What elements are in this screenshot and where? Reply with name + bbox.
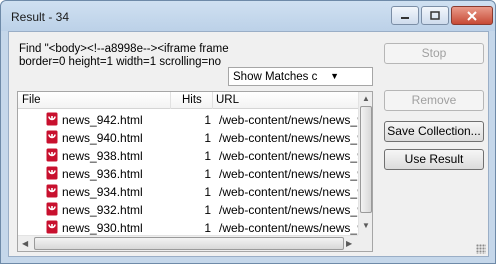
cell-file: news_930.html — [62, 221, 143, 235]
close-button[interactable] — [451, 6, 493, 25]
cell-hits: 1 — [204, 131, 211, 145]
cell-hits: 1 — [204, 113, 211, 127]
cell-file: news_942.html — [62, 113, 143, 127]
stop-button[interactable]: Stop — [384, 43, 484, 64]
html-file-icon — [46, 148, 58, 162]
results-list[interactable]: File Hits URL news_942.html 1/web-content… — [17, 91, 373, 252]
vertical-scroll-thumb[interactable] — [360, 106, 372, 213]
scrollbar-corner — [358, 235, 372, 251]
close-icon — [467, 10, 477, 21]
cell-url: /web-content/news/news_930 — [219, 221, 359, 235]
maximize-button[interactable] — [421, 6, 449, 25]
cell-file: news_934.html — [62, 185, 143, 199]
cell-hits: 1 — [204, 185, 211, 199]
cell-url: /web-content/news/news_942 — [219, 113, 359, 127]
cell-url: /web-content/news/news_940 — [219, 131, 359, 145]
cell-url: /web-content/news/news_936 — [219, 167, 359, 181]
column-header-url[interactable]: URL — [216, 94, 239, 106]
show-matches-dropdown[interactable]: Show Matches c ▼ — [228, 67, 373, 86]
remove-button[interactable]: Remove — [384, 90, 484, 111]
cell-hits: 1 — [204, 149, 211, 163]
horizontal-scroll-thumb[interactable] — [34, 237, 344, 250]
minimize-button[interactable] — [391, 6, 419, 25]
cell-file: news_938.html — [62, 149, 143, 163]
cell-file: news_936.html — [62, 167, 143, 181]
scroll-right-icon[interactable]: ▶ — [346, 239, 352, 248]
cell-hits: 1 — [204, 167, 211, 181]
dropdown-arrow-icon: ▼ — [330, 71, 339, 81]
dropdown-value: Show Matches c — [233, 71, 318, 83]
html-file-icon — [46, 184, 58, 198]
html-file-icon — [46, 166, 58, 180]
cell-url: /web-content/news/news_932 — [219, 203, 359, 217]
save-collection-button[interactable]: Save Collection... — [384, 121, 484, 142]
html-file-icon — [46, 220, 58, 234]
table-row[interactable]: news_932.html 1/web-content/news/news_932 — [18, 200, 359, 218]
cell-file: news_940.html — [62, 131, 143, 145]
find-query-text: Find "<body><!--a8998e--><iframe framebo… — [19, 43, 229, 68]
cell-hits: 1 — [204, 203, 211, 217]
horizontal-scrollbar[interactable]: ◀ ▶ — [18, 235, 358, 251]
table-row[interactable]: news_936.html 1/web-content/news/news_936 — [18, 164, 359, 182]
column-divider[interactable] — [212, 92, 213, 109]
vertical-scrollbar[interactable]: ▲ ▼ — [358, 92, 372, 235]
scroll-up-icon[interactable]: ▲ — [362, 94, 370, 103]
title-bar[interactable]: Result - 34 — [1, 1, 495, 31]
window-title: Result - 34 — [11, 10, 70, 24]
table-row[interactable]: news_940.html 1/web-content/news/news_940 — [18, 128, 359, 146]
html-file-icon — [46, 112, 58, 126]
client-area: Find "<body><!--a8998e--><iframe framebo… — [8, 31, 489, 257]
minimize-icon — [401, 16, 409, 19]
table-row[interactable]: news_938.html 1/web-content/news/news_938 — [18, 146, 359, 164]
column-header-file[interactable]: File — [22, 94, 41, 106]
html-file-icon — [46, 202, 58, 216]
table-row[interactable]: news_942.html 1/web-content/news/news_942 — [18, 110, 359, 128]
scroll-left-icon[interactable]: ◀ — [22, 239, 28, 248]
cell-url: /web-content/news/news_934 — [219, 185, 359, 199]
table-row[interactable]: news_930.html 1/web-content/news/news_930 — [18, 218, 359, 236]
table-row[interactable]: news_934.html 1/web-content/news/news_934 — [18, 182, 359, 200]
maximize-icon — [430, 11, 440, 20]
cell-hits: 1 — [204, 221, 211, 235]
column-header-hits[interactable]: Hits — [182, 94, 202, 106]
list-header: File Hits URL — [18, 92, 358, 109]
use-result-button[interactable]: Use Result — [384, 149, 484, 170]
resize-grip-icon[interactable] — [476, 244, 486, 254]
scroll-down-icon[interactable]: ▼ — [362, 221, 370, 230]
cell-url: /web-content/news/news_938 — [219, 149, 359, 163]
cell-file: news_932.html — [62, 203, 143, 217]
html-file-icon — [46, 130, 58, 144]
result-window: Result - 34 Find "<body><!--a8998e--><if… — [0, 0, 496, 264]
column-divider[interactable] — [170, 92, 171, 109]
